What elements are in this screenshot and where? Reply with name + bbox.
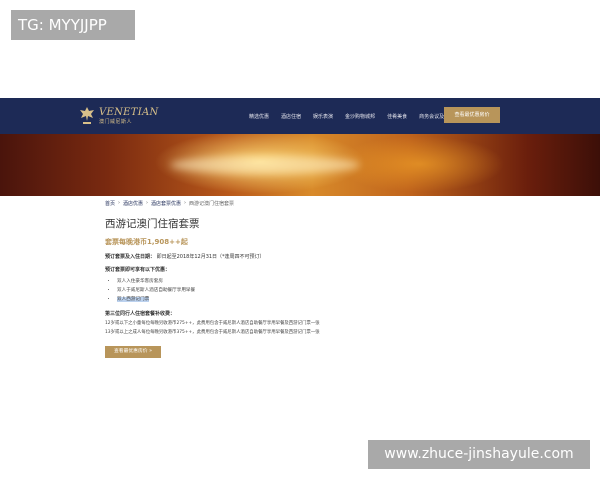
breadcrumb-separator: › bbox=[118, 200, 121, 206]
nav-item-dining[interactable]: 佳肴美食 bbox=[387, 113, 407, 120]
extra-charge-child: 12岁或以下之小童每位每晚另收港币275++，此费用包含于威尼斯人酒店自助餐厅享… bbox=[105, 321, 320, 326]
logo-subtitle: 澳门威尼斯人 bbox=[99, 118, 133, 125]
benefits-list: 双人入住豪华客房套房 双人于威尼斯人酒店自助餐厅享用早餐 双人西游记门票 bbox=[117, 278, 435, 302]
breadcrumb-home[interactable]: 首页 bbox=[105, 200, 115, 207]
book-best-rate-button[interactable]: 查看最优惠房价 » bbox=[105, 346, 161, 358]
best-rate-button[interactable]: 查看最优惠房价 bbox=[444, 107, 500, 123]
hero-light-effect bbox=[170, 156, 360, 174]
list-item: 双人于威尼斯人酒店自助餐厅享用早餐 bbox=[117, 287, 435, 293]
benefit-text: 双人入住豪华客房套房 bbox=[117, 279, 163, 284]
page-title: 西游记澳门住宿套票 bbox=[105, 218, 200, 230]
watermark-top: TG: MYYJJPP bbox=[11, 10, 135, 40]
extra-charge-title: 第三位同行人住宿套餐补收费： bbox=[105, 311, 176, 317]
watermark-bottom: www.zhuce-jinshayule.com bbox=[368, 440, 590, 469]
breadcrumb-separator: › bbox=[146, 200, 149, 206]
breadcrumb-package-offers[interactable]: 酒店套票优惠 bbox=[151, 200, 181, 207]
nav-item-shopping[interactable]: 金沙购物城邦 bbox=[345, 113, 375, 120]
venetian-logo[interactable]: VENETIAN 澳门威尼斯人 bbox=[78, 101, 168, 131]
list-item: 双人入住豪华客房套房 bbox=[117, 278, 435, 284]
package-price: 套票每晚港币1,908++起 bbox=[105, 238, 188, 246]
dates-label: 预订套票及入住日期： bbox=[105, 254, 156, 260]
top-navbar: VENETIAN 澳门威尼斯人 精选优惠 酒店住宿 娱乐表演 金沙购物城邦 佳肴… bbox=[0, 98, 600, 134]
nav-item-offers[interactable]: 精选优惠 bbox=[249, 113, 269, 120]
breadcrumb-hotel-offers[interactable]: 酒店优惠 bbox=[123, 200, 143, 207]
nav-menu: 精选优惠 酒店住宿 娱乐表演 金沙购物城邦 佳肴美食 商务会议及婚宴 bbox=[249, 98, 466, 134]
nav-item-entertainment[interactable]: 娱乐表演 bbox=[313, 113, 333, 120]
logo-name: VENETIAN bbox=[99, 106, 159, 118]
booking-dates: 预订套票及入住日期： 即日起至2018年12月31日（*逢周四不可预订） bbox=[105, 253, 435, 260]
winged-lion-icon bbox=[80, 107, 94, 124]
logo-text: VENETIAN 澳门威尼斯人 bbox=[99, 106, 159, 125]
hero-banner bbox=[0, 134, 600, 196]
nav-item-hotel[interactable]: 酒店住宿 bbox=[281, 113, 301, 120]
dates-value: 即日起至2018年12月31日（*逢周四不可预订） bbox=[156, 254, 265, 260]
benefit-text-highlighted: 双人西游记门票 bbox=[117, 297, 150, 302]
breadcrumb: 首页 › 酒店优惠 › 酒店套票优惠 › 西游记澳门住宿套票 bbox=[105, 200, 435, 207]
breadcrumb-separator: › bbox=[184, 200, 187, 206]
extra-charge-adult: 13岁或以上之成人每位每晚另收港币375++，此费用包含于威尼斯人酒店自助餐厅享… bbox=[105, 330, 320, 335]
benefit-text: 双人于威尼斯人酒店自助餐厅享用早餐 bbox=[117, 288, 196, 293]
main-content: 首页 › 酒店优惠 › 酒店套票优惠 › 西游记澳门住宿套票 西游记澳门住宿套票… bbox=[105, 200, 435, 358]
list-item: 双人西游记门票 bbox=[117, 296, 435, 302]
benefits-intro: 预订套票即可享有以下优惠： bbox=[105, 267, 171, 273]
breadcrumb-current: 西游记澳门住宿套票 bbox=[189, 201, 235, 207]
